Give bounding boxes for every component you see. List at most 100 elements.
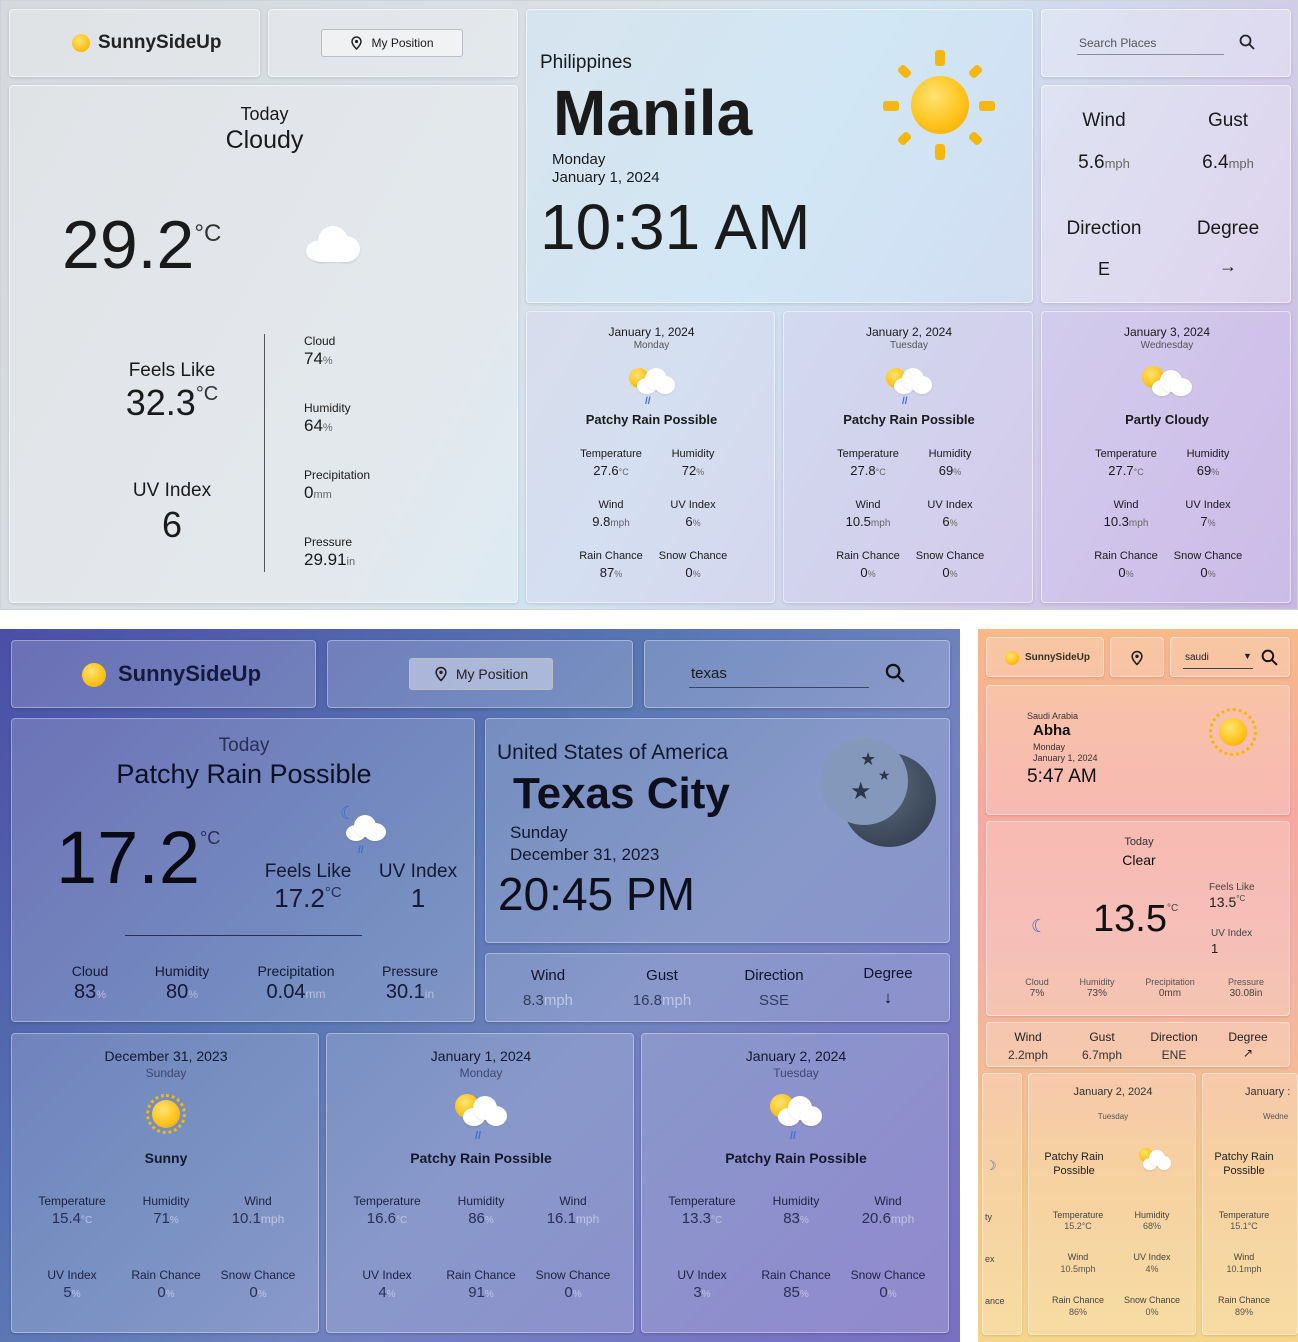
forecast-card[interactable]: January 2, 2024 Tuesday // Patchy Rain P… [641,1033,949,1333]
pressure-value: 29.91in [304,550,356,569]
uv-value: 6% [685,514,701,529]
today-condition: Patchy Rain Possible [116,759,372,789]
search-input[interactable]: Search Places [1079,36,1156,50]
forecast-condition: Sunny [144,1150,188,1166]
search-icon[interactable] [885,663,905,683]
forecast-card-partial-right[interactable]: January : Wedne Patchy Rain Possible Tem… [1202,1073,1298,1335]
feels-like-label: Feels Like [1209,882,1255,893]
search-input[interactable]: saudi [1185,652,1209,663]
rain-chance-label: Rain Chance [836,550,900,562]
brand-card[interactable]: SunnySideUp [9,9,260,77]
my-position-button[interactable]: My Position [409,658,553,690]
forecast-date: January 2, 2024 [745,1048,847,1064]
search-input[interactable]: texas [691,665,727,682]
location-card: Saudi Arabia Abha Monday January 1, 2024… [986,685,1290,815]
precipitation-value: 0.04mm [266,981,326,1003]
forecast-card[interactable]: December 31, 2023 Sunday Sunny Temperatu… [11,1033,319,1333]
gust-value: 6.4mph [1202,152,1254,173]
current-temperature: 17.2°C [56,816,221,899]
forecast-condition: Patchy Rain Possible [843,412,975,427]
uv-label: UV Index [47,1268,97,1282]
feels-like-value: 17.2°C [274,883,342,913]
pressure-label: Pressure [1227,977,1264,987]
humidity-value: 73% [1086,988,1107,999]
search-icon[interactable] [1239,34,1255,50]
snow-chance-value: 0% [685,565,701,580]
pressure-label: Pressure [381,963,439,979]
forecast-condition: Patchy Rain Possible [410,1150,552,1166]
wind-value: 10.1mph [1226,1264,1262,1274]
search-underline [1077,54,1224,55]
wind-label: Wind [1014,1030,1042,1044]
label-fragment: ance [985,1296,1005,1306]
forecast-card[interactable]: January 2, 2024 Tuesday Patchy Rain Poss… [1028,1073,1196,1335]
wind-value: 10.5mph [845,514,891,529]
rain-chance-value: 0% [860,565,876,580]
forecast-day: Tuesday [1097,1112,1129,1121]
wind-label: Wind [855,499,881,511]
wind-label: Wind [244,1194,272,1208]
humidity-value: 64% [304,416,333,435]
precipitation-value: 0mm [1158,988,1182,999]
moon-icon: ☾ [1031,916,1048,936]
rain-chance-label: Rain Chance [131,1268,201,1282]
search-underline [1183,668,1253,669]
uv-index-value: 1 [1211,941,1219,956]
rain-chance-value: 0% [157,1284,175,1301]
weekday: Sunday [510,823,568,842]
forecast-date: January 1, 2024 [430,1048,532,1064]
divider [125,935,362,936]
rain-chance-label: Rain Chance [761,1268,831,1282]
cloud-label: Cloud [304,334,336,348]
gust-value: 16.8mph [632,992,692,1009]
local-time: 5:47 AM [1027,766,1097,787]
cloud-value: 83% [73,981,107,1003]
forecast-day: Monday [633,340,670,351]
forecast-card[interactable]: January 1, 2024 Monday // Patchy Rain Po… [526,311,775,603]
wind-label: Wind [1082,110,1126,131]
location-card: United States of America Texas City Sund… [485,718,950,943]
my-position-button[interactable]: My Position [321,29,463,57]
search-icon[interactable] [1261,649,1278,666]
today-card: Today Cloudy 29.2°C Feels Like 32.3°C UV… [9,85,518,603]
humidity-value: 69% [938,463,962,478]
humidity-value: 86% [468,1210,494,1227]
forecast-date: January 2, 2024 [1073,1086,1153,1098]
humidity-label: Humidity [154,963,210,979]
wind-value: 10.5mph [1060,1264,1096,1274]
precipitation-label: Precipitation [1145,977,1195,987]
snow-chance-label: Snow Chance [658,550,728,562]
wind-card: Wind Gust Direction Degree 2.2mph 6.7mph… [986,1022,1290,1067]
today-condition: Clear [1122,852,1156,868]
position-card: My Position [268,9,518,77]
city-name: Texas City [513,769,730,818]
wind-card: Wind Gust Direction Degree 8.3mph 16.8mp… [485,953,950,1022]
rain-chance-label: Rain Chance [579,550,643,562]
feels-like-value: 13.5°C [1209,894,1246,910]
brand-card[interactable]: SunnySideUp [11,640,316,708]
my-position-button[interactable] [1110,637,1164,677]
cloud-label: Cloud [71,963,109,979]
country-name: Philippines [540,52,632,73]
cloud-value: 7% [1029,988,1045,999]
forecast-date: January 1, 2024 [608,325,695,339]
uv-value: 3% [693,1284,711,1301]
brand-card[interactable]: SunnySideUp [986,637,1104,677]
uv-value: 5% [63,1284,81,1301]
country-name: United States of America [497,741,729,764]
forecast-card-partial-left[interactable]: ☽ ty ex ance [982,1073,1022,1335]
location-pin-icon [435,666,447,682]
uv-value: 6% [942,514,958,529]
forecast-card[interactable]: January 2, 2024 Tuesday // Patchy Rain P… [783,311,1033,603]
temperature-label: Temperature [668,1194,736,1208]
wind-label: Wind [559,1194,587,1208]
forecast-card[interactable]: January 3, 2024 Wednesday Partly Cloudy … [1041,311,1291,603]
wind-label: Wind [1233,1252,1255,1262]
forecast-card[interactable]: January 1, 2024 Monday // Patchy Rain Po… [326,1033,634,1333]
direction-value: SSE [758,992,789,1009]
dropdown-caret-icon[interactable]: ▼ [1243,651,1252,661]
position-card: My Position [327,640,633,708]
today-card: Today Patchy Rain Possible 17.2°C ☾ // F… [11,718,475,1022]
weekday: Monday [552,151,606,168]
gust-value: 6.7mph [1081,1048,1123,1062]
